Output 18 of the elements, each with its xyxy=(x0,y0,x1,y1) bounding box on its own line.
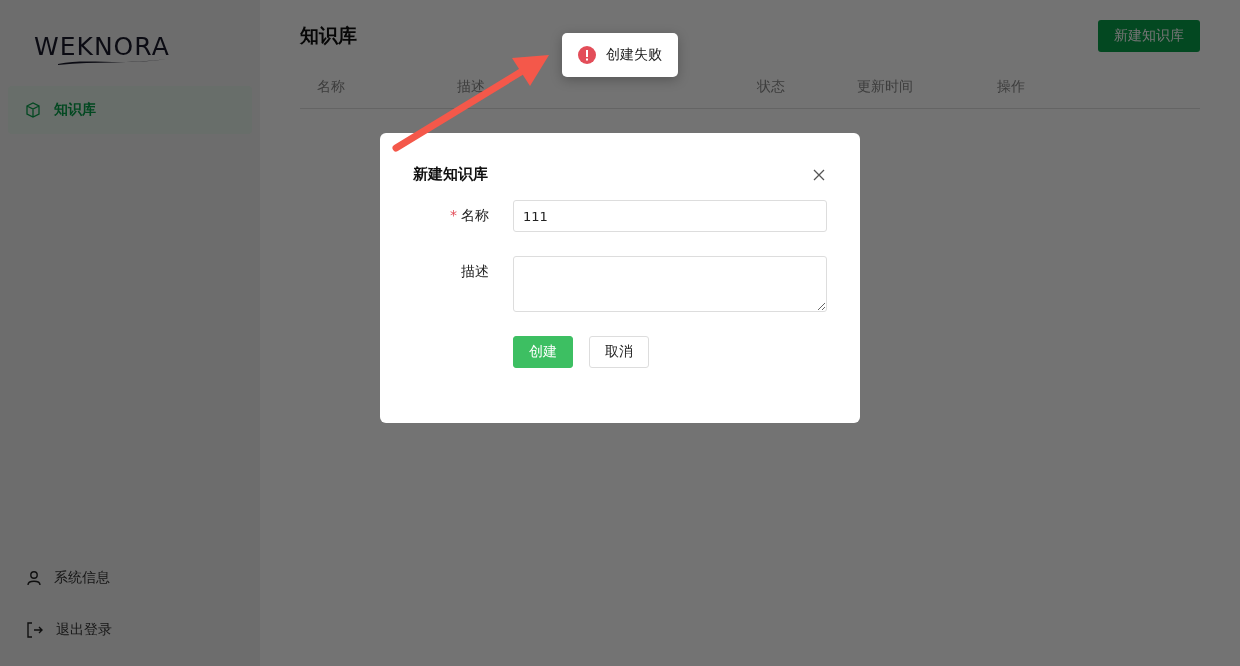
error-icon xyxy=(578,46,596,64)
logo: WEKNORA xyxy=(34,34,174,66)
page-title: 知识库 xyxy=(300,23,357,48)
sidebar-item[interactable]: 退出登录 xyxy=(8,604,252,656)
sidebar-item[interactable]: 知识库 xyxy=(8,86,252,134)
name-input[interactable]: 111 xyxy=(513,200,827,232)
new-knowledge-base-button[interactable]: 新建知识库 xyxy=(1098,20,1200,52)
field-label: 描述 xyxy=(461,263,489,281)
dialog-title: 新建知识库 xyxy=(413,165,488,184)
toast-message: 创建失败 xyxy=(606,46,662,64)
cancel-button[interactable]: 取消 xyxy=(589,336,649,368)
create-button[interactable]: 创建 xyxy=(513,336,573,368)
cube-icon xyxy=(24,101,42,119)
logout-icon xyxy=(26,621,44,639)
sidebar-item[interactable]: 系统信息 xyxy=(8,552,252,604)
field-label: 名称 xyxy=(461,207,489,225)
user-icon xyxy=(26,570,42,586)
required-mark: * xyxy=(450,207,457,225)
